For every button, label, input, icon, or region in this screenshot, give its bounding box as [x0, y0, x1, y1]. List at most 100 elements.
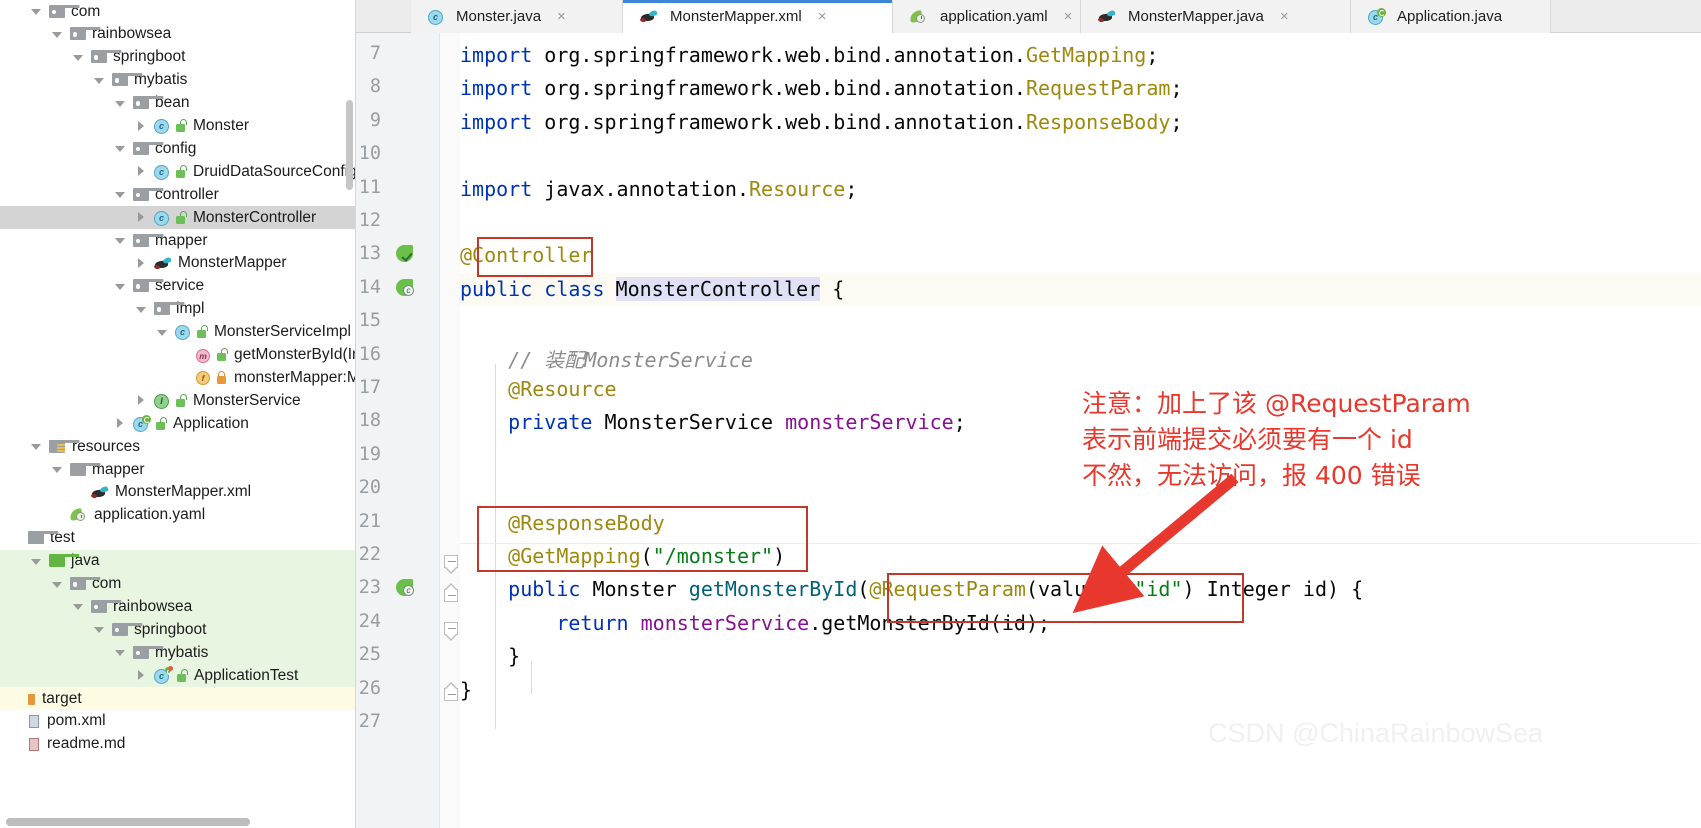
chevron-down-icon[interactable]: [92, 622, 107, 637]
spring-bean-gutter-icon[interactable]: [396, 245, 416, 265]
code-token: @Controller: [460, 243, 593, 268]
chevron-down-icon[interactable]: [71, 50, 86, 65]
spring-bean-gutter-icon[interactable]: c: [396, 278, 416, 299]
tree-item-springboot[interactable]: springboot: [0, 46, 355, 69]
chevron-down-icon[interactable]: [113, 96, 128, 111]
tab-close-icon[interactable]: ×: [818, 9, 827, 24]
fold-marker[interactable]: [443, 622, 458, 641]
tree-item-springboot[interactable]: springboot: [0, 618, 355, 642]
tree-item-pom-xml[interactable]: pom.xml: [0, 710, 355, 733]
chevron-down-icon[interactable]: [29, 439, 44, 454]
tree-item-com[interactable]: com: [0, 0, 355, 23]
editor-tab-bar[interactable]: c Monster.java × MonsterMapper.xml × applicat…: [356, 0, 1701, 33]
tree-item-druiddatasourceconfig[interactable]: c DruidDataSourceConfig: [0, 160, 355, 183]
code-line-18[interactable]: private MonsterService monsterService;: [460, 410, 966, 434]
chevron-down-icon[interactable]: [29, 554, 44, 569]
tree-item-rainbowsea[interactable]: rainbowsea: [0, 595, 355, 619]
tree-item-getmonsterbyid-in[interactable]: m getMonsterById(In: [0, 344, 355, 367]
tree-item-mybatis[interactable]: mybatis: [0, 641, 355, 665]
tree-item-rainbowsea[interactable]: rainbowsea: [0, 23, 355, 46]
tree-item-monstermapper-xml[interactable]: MonsterMapper.xml: [0, 481, 355, 504]
chevron-right-icon[interactable]: [134, 164, 149, 179]
project-tree-panel[interactable]: com rainbowsea springboot mybatis bean c Monst…: [0, 0, 356, 828]
tab-close-icon[interactable]: ×: [1064, 9, 1073, 24]
tree-item-java[interactable]: java: [0, 549, 355, 573]
tab-close-icon[interactable]: ×: [1280, 9, 1289, 24]
editor-tab-application-yaml[interactable]: application.yaml ×: [893, 0, 1081, 33]
code-line-17[interactable]: @Resource: [460, 377, 616, 401]
chevron-down-icon[interactable]: [113, 187, 128, 202]
fold-marker[interactable]: [443, 583, 458, 602]
chevron-down-icon[interactable]: [92, 73, 107, 88]
fold-marker[interactable]: [443, 555, 458, 574]
chevron-down-icon[interactable]: [50, 577, 65, 592]
tree-item-test[interactable]: test: [0, 527, 355, 550]
chevron-down-icon[interactable]: [134, 302, 149, 317]
tree-item-mapper[interactable]: mapper: [0, 458, 355, 481]
editor-tab-monstermapper-java[interactable]: MonsterMapper.java ×: [1081, 0, 1351, 33]
editor-gutter[interactable]: 7 8 9 10 11 12 13 14 15 16 17 18 19 20 21 22 23 24 25 26 27 c…: [356, 33, 440, 828]
tree-item-mapper[interactable]: mapper: [0, 229, 355, 252]
code-line-9[interactable]: import org.springframework.web.bind.anno…: [460, 110, 1182, 134]
tree-item-monster[interactable]: c Monster: [0, 115, 355, 138]
chevron-down-icon[interactable]: [113, 233, 128, 248]
tree-item-config[interactable]: config: [0, 137, 355, 160]
tree-item-controller[interactable]: controller: [0, 183, 355, 206]
tree-item-label: application.yaml: [94, 506, 206, 524]
project-tree-vertical-scrollbar[interactable]: [346, 100, 353, 190]
editor-tab-monster-java[interactable]: c Monster.java ×: [411, 0, 623, 33]
tree-item-readme-md[interactable]: readme.md: [0, 733, 355, 756]
fold-marker[interactable]: [443, 682, 458, 701]
project-tree-horizontal-scrollbar[interactable]: [6, 818, 250, 826]
tree-item-service[interactable]: service: [0, 275, 355, 298]
tree-item-application[interactable]: c Application: [0, 412, 355, 435]
tree-item-target[interactable]: target: [0, 687, 355, 710]
chevron-down-icon[interactable]: [113, 279, 128, 294]
tab-close-icon[interactable]: ×: [557, 9, 566, 24]
watermark-text: CSDN @ChinaRainbowSea: [1208, 718, 1544, 748]
chevron-right-icon[interactable]: [113, 416, 128, 431]
tree-item-com[interactable]: com: [0, 572, 355, 596]
code-line-26[interactable]: }: [460, 678, 472, 702]
editor-tab-application-java[interactable]: c Application.java: [1351, 0, 1551, 33]
spring-bean-gutter-icon[interactable]: c: [396, 579, 416, 599]
tree-item-mybatis[interactable]: mybatis: [0, 69, 355, 92]
editor-tab-monstermapper-xml[interactable]: MonsterMapper.xml ×: [623, 0, 893, 33]
tree-item-impl[interactable]: impl: [0, 298, 355, 321]
code-line-16[interactable]: // 装配MonsterService: [460, 344, 753, 373]
tree-item-monsterserviceimpl[interactable]: c MonsterServiceImpl: [0, 321, 355, 344]
tree-item-applicationtest[interactable]: c ApplicationTest: [0, 664, 355, 688]
tree-item-resources[interactable]: resources: [0, 435, 355, 458]
code-text-area[interactable]: import org.springframework.web.bind.anno…: [460, 33, 1700, 828]
code-line-7[interactable]: import org.springframework.web.bind.anno…: [460, 43, 1158, 67]
chevron-right-icon[interactable]: [134, 119, 149, 134]
chevron-right-icon[interactable]: [134, 256, 149, 271]
code-line-24[interactable]: return monsterService.getMonsterById(id)…: [460, 611, 1050, 635]
chevron-down-icon[interactable]: [71, 599, 86, 614]
tree-item-monstercontroller[interactable]: c MonsterController: [0, 206, 355, 230]
chevron-down-icon[interactable]: [113, 645, 128, 660]
editor-fold-strip[interactable]: [440, 33, 460, 828]
chevron-right-icon[interactable]: [134, 668, 149, 683]
code-line-8[interactable]: import org.springframework.web.bind.anno…: [460, 76, 1182, 100]
chevron-right-icon[interactable]: [134, 393, 149, 408]
tree-item-monstermapper-m[interactable]: f monsterMapper:M: [0, 366, 355, 389]
chevron-down-icon[interactable]: [29, 4, 44, 19]
chevron-down-icon[interactable]: [50, 27, 65, 42]
code-line-11[interactable]: import javax.annotation.Resource;: [460, 177, 857, 201]
tree-item-monsterservice[interactable]: I MonsterService: [0, 389, 355, 412]
chevron-down-icon[interactable]: [50, 462, 65, 477]
code-line-21[interactable]: @ResponseBody: [460, 511, 665, 535]
code-line-14[interactable]: public class MonsterController {: [460, 276, 844, 301]
tree-item-bean[interactable]: bean: [0, 92, 355, 115]
chevron-down-icon[interactable]: [155, 325, 170, 340]
code-line-22[interactable]: @GetMapping("/monster"): [460, 544, 785, 568]
code-editor[interactable]: 7 8 9 10 11 12 13 14 15 16 17 18 19 20 21 22 23 24 25 26 27 c…: [356, 33, 1701, 828]
tree-item-application-yaml[interactable]: application.yaml: [0, 504, 355, 527]
code-line-13[interactable]: @Controller: [460, 243, 592, 267]
code-line-23[interactable]: public Monster getMonsterById(@RequestPa…: [460, 577, 1363, 601]
chevron-right-icon[interactable]: [134, 210, 149, 225]
tree-item-monstermapper[interactable]: MonsterMapper: [0, 252, 355, 275]
code-line-25[interactable]: }: [460, 644, 520, 668]
chevron-down-icon[interactable]: [113, 141, 128, 156]
